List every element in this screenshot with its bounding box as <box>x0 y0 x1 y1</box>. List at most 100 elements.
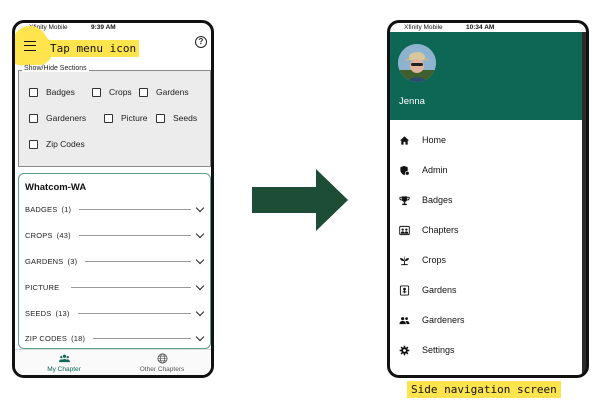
checkbox-label: Zip Codes <box>46 139 85 149</box>
checkbox-box[interactable] <box>29 113 38 123</box>
drawer-item-label: Crops <box>422 255 447 265</box>
divider <box>85 260 191 262</box>
user-name: Jenna <box>399 96 425 107</box>
tutorial-canvas: Xfinity Mobile 9:39 AM ? Show/Hide Secti… <box>0 0 600 400</box>
status-time: 9:39 AM <box>91 24 116 31</box>
checkbox-label: Crops <box>109 87 132 97</box>
drawer-item-settings[interactable]: Settings <box>390 340 582 360</box>
trophy-icon <box>399 195 410 205</box>
hamburger-menu-icon <box>24 41 36 51</box>
show-hide-legend: Show/Hide Sections <box>22 65 89 72</box>
nav-other-chapters[interactable]: Other Chapters <box>113 350 211 375</box>
nav-my-chapter[interactable]: My Chapter <box>15 350 113 375</box>
hamburger-menu-button[interactable] <box>15 28 49 64</box>
checkbox-gardeners[interactable]: Gardeners <box>29 113 86 123</box>
help-icon[interactable]: ? <box>195 36 207 48</box>
checkbox-label: Gardens <box>156 87 189 97</box>
checkbox-label: Seeds <box>173 113 198 123</box>
people-icon <box>399 316 410 324</box>
checkbox-badges[interactable]: Badges <box>29 87 75 97</box>
drawer-item-crops[interactable]: Crops <box>390 250 582 270</box>
chapter-title: Whatcom-WA <box>25 182 87 193</box>
chapter-screen-phone: Xfinity Mobile 9:39 AM ? Show/Hide Secti… <box>12 20 214 378</box>
checkbox-box[interactable] <box>104 113 113 123</box>
drawer-header: Jenna <box>390 32 582 120</box>
drawer-item-label: Admin <box>422 165 448 175</box>
accordion-zip-codes[interactable]: ZIP CODES (18) <box>25 332 205 344</box>
drawer-item-label: Badges <box>422 195 453 205</box>
nav-label: My Chapter <box>47 365 81 373</box>
drawer-item-chapters[interactable]: Chapters <box>390 220 582 240</box>
checkbox-gardens[interactable]: Gardens <box>139 87 189 97</box>
accordion-count: (18) <box>71 333 86 343</box>
accordion-label: GARDENS <box>25 256 64 266</box>
chapters-icon <box>399 225 410 235</box>
side-navigation-phone: Xfinity Mobile 10:34 AM Jenna Home Admin… <box>387 20 589 378</box>
checkbox-box[interactable] <box>139 87 148 97</box>
accordion-count: (43) <box>56 230 71 240</box>
accordion-label: CROPS <box>25 230 53 240</box>
checkbox-box[interactable] <box>92 87 101 97</box>
status-bar: Xfinity Mobile 10:34 AM <box>390 23 586 32</box>
checkbox-box[interactable] <box>29 87 38 97</box>
checkbox-label: Badges <box>46 87 75 97</box>
show-hide-sections-panel: Show/Hide Sections Badges Crops Gardens … <box>18 65 211 167</box>
drawer-item-label: Gardeners <box>422 315 465 325</box>
chevron-down-icon[interactable] <box>195 255 205 264</box>
chapter-card: Whatcom-WA BADGES (1) CROPS (43) GARDENS… <box>18 173 211 349</box>
transition-arrow-icon <box>252 169 348 231</box>
avatar[interactable] <box>398 44 436 82</box>
garden-icon <box>399 284 410 296</box>
drawer-item-admin[interactable]: Admin <box>390 160 582 180</box>
accordion-label: ZIP CODES <box>25 333 68 343</box>
divider <box>77 312 191 314</box>
accordion-count: (1) <box>61 204 72 214</box>
accordion-label: BADGES <box>25 204 58 214</box>
drawer-item-label: Home <box>422 135 447 145</box>
drawer-menu: Home Admin Badges Chapters Crops Gardens <box>390 120 582 375</box>
chevron-down-icon[interactable] <box>195 307 205 316</box>
user-photo <box>398 44 436 82</box>
accordion-label: PICTURE <box>25 282 60 292</box>
bottom-navigation: My Chapter Other Chapters <box>15 349 211 375</box>
drawer-item-gardeners[interactable]: Gardeners <box>390 310 582 330</box>
globe-icon <box>157 353 167 363</box>
carrier-label: Xfinity Mobile <box>404 24 443 31</box>
home-icon <box>399 135 410 145</box>
status-bar: Xfinity Mobile 9:39 AM <box>15 23 211 32</box>
drawer-item-label: Settings <box>422 345 455 355</box>
status-time: 10:34 AM <box>466 24 495 31</box>
accordion-seeds[interactable]: SEEDS (13) <box>25 307 205 319</box>
drawer-item-label: Chapters <box>422 225 459 235</box>
checkbox-picture[interactable]: Picture <box>104 113 147 123</box>
accordion-label: SEEDS <box>25 308 52 318</box>
divider <box>71 286 191 288</box>
checkbox-seeds[interactable]: Seeds <box>156 113 197 123</box>
accordion-gardens[interactable]: GARDENS (3) <box>25 255 205 267</box>
checkbox-zip-codes[interactable]: Zip Codes <box>29 139 85 149</box>
divider <box>93 337 191 339</box>
drawer-item-label: Gardens <box>422 285 457 295</box>
drawer-item-gardens[interactable]: Gardens <box>390 280 582 300</box>
checkbox-crops[interactable]: Crops <box>92 87 132 97</box>
divider <box>79 208 191 210</box>
drawer-scrim[interactable] <box>582 32 586 375</box>
checkbox-box[interactable] <box>29 139 38 149</box>
gear-icon <box>399 345 410 355</box>
drawer-item-badges[interactable]: Badges <box>390 190 582 210</box>
nav-label: Other Chapters <box>139 365 185 373</box>
chevron-down-icon[interactable] <box>195 229 205 238</box>
chevron-down-icon[interactable] <box>195 203 205 212</box>
divider <box>78 234 191 236</box>
checkbox-label: Gardeners <box>46 113 87 123</box>
accordion-count: (13) <box>55 308 70 318</box>
chevron-down-icon[interactable] <box>195 332 205 341</box>
accordion-badges[interactable]: BADGES (1) <box>25 203 205 215</box>
admin-shield-icon <box>400 165 410 176</box>
accordion-crops[interactable]: CROPS (43) <box>25 229 205 241</box>
checkbox-box[interactable] <box>156 113 165 123</box>
accordion-picture[interactable]: PICTURE <box>25 281 205 293</box>
chevron-down-icon[interactable] <box>195 281 205 290</box>
sprout-icon <box>399 255 410 265</box>
drawer-item-home[interactable]: Home <box>390 130 582 150</box>
